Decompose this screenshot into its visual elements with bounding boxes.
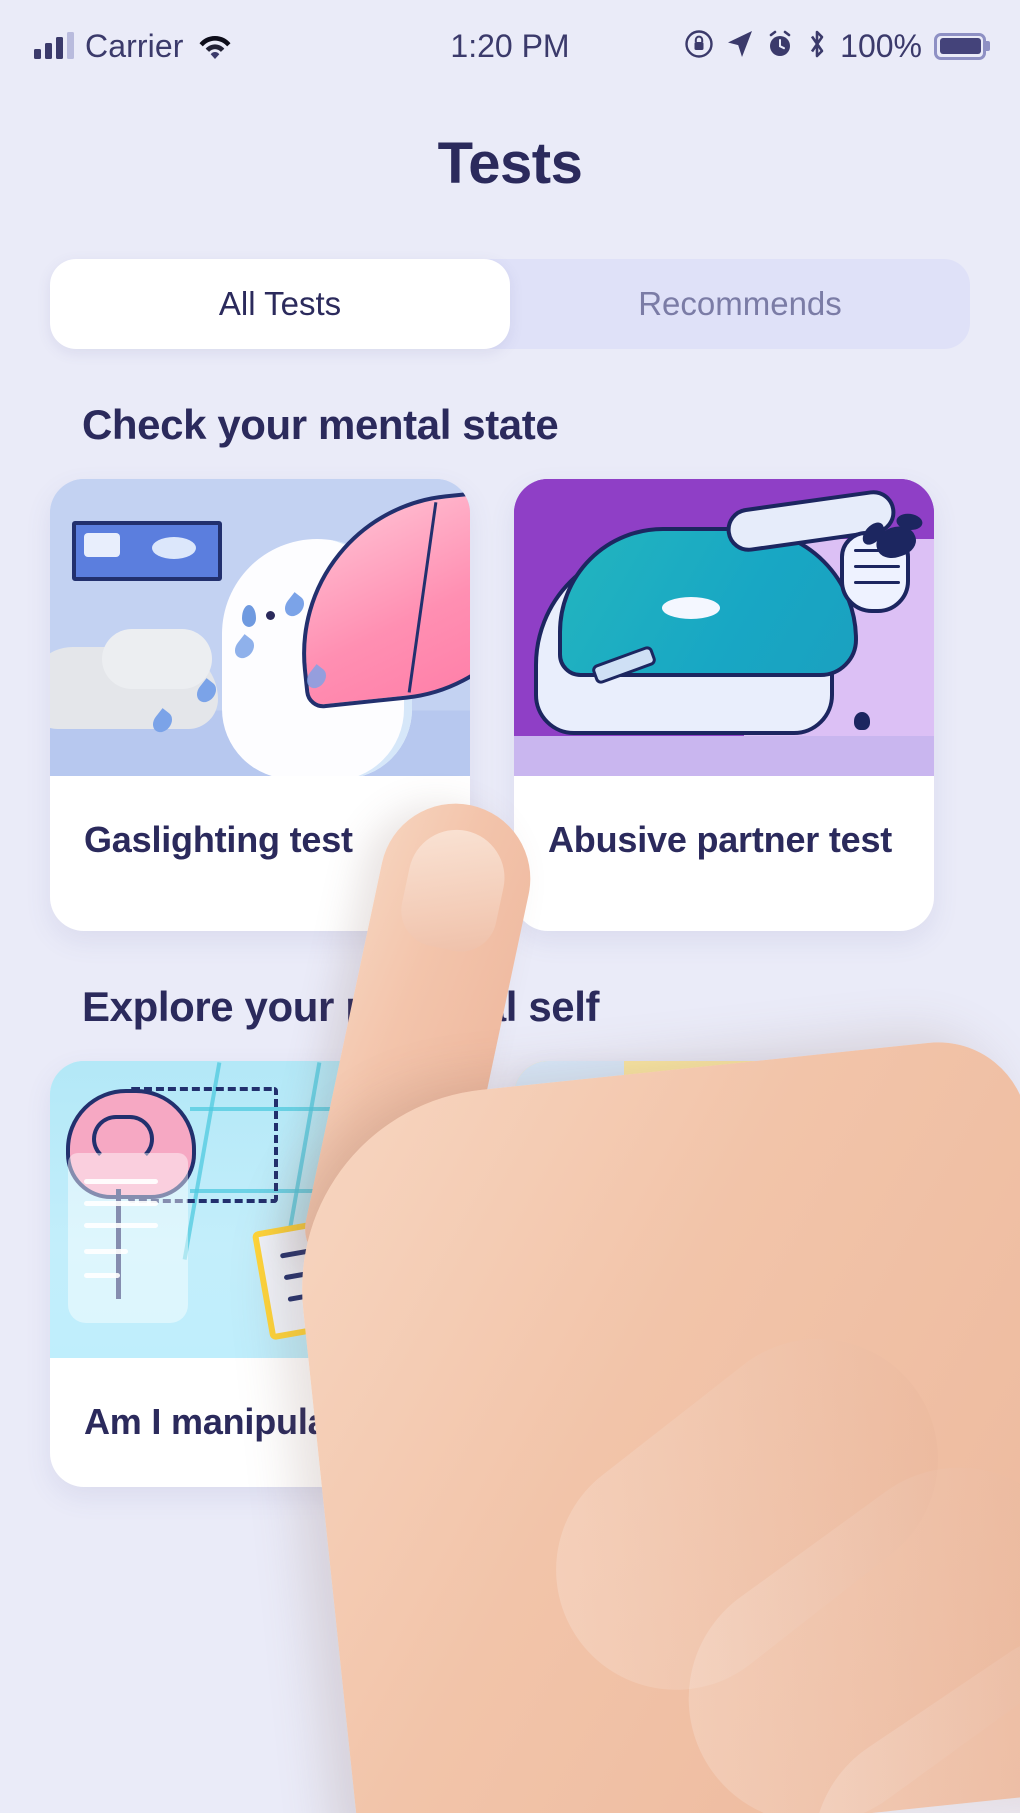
page-title: Tests xyxy=(437,131,583,196)
tab-all-tests[interactable]: All Tests xyxy=(50,259,510,349)
alarm-clock-icon xyxy=(766,29,794,64)
section-title-mental-state: Check your mental state xyxy=(82,401,559,448)
test-card-partial-label xyxy=(514,1358,934,1436)
cat-icon xyxy=(782,1111,868,1204)
battery-icon xyxy=(934,32,986,60)
card-row-mental-state: Gaslighting test Abusive partner test xyxy=(0,479,1020,932)
test-card-abusive-partner-label: Abusive partner test xyxy=(548,819,893,860)
test-card-partial[interactable] xyxy=(514,1061,934,1488)
test-card-gaslighting[interactable]: Gaslighting test xyxy=(50,479,470,932)
tab-bar: All Tests Recommends xyxy=(50,259,970,349)
tab-all-tests-label: All Tests xyxy=(218,285,342,322)
test-card-manipulative-label: Am I manipulative? xyxy=(84,1401,411,1443)
status-bar: Carrier 1:20 PM 100% xyxy=(0,0,1020,92)
mug-icon xyxy=(342,1135,418,1188)
manipulative-illustration-icon xyxy=(50,1061,470,1359)
bluetooth-icon xyxy=(806,28,828,65)
section-personal-self: Explore your personal self Am I manipula… xyxy=(0,983,1020,1488)
tab-recommends[interactable]: Recommends xyxy=(510,259,970,349)
rotation-lock-icon xyxy=(684,29,714,64)
abusive-partner-illustration-icon xyxy=(514,479,934,776)
test-card-gaslighting-label: Gaslighting test xyxy=(84,819,353,860)
test-card-manipulative[interactable]: Am I manipulative? xyxy=(50,1061,470,1488)
status-bar-left: Carrier xyxy=(34,28,232,65)
gaslighting-illustration-icon xyxy=(50,479,470,776)
section-mental-state: Check your mental state Gaslighting test xyxy=(0,401,1020,932)
card-row-personal-self: Am I manipulative? xyxy=(0,1061,1020,1488)
battery-percent-label: 100% xyxy=(840,27,922,64)
room-illustration-icon xyxy=(514,1061,934,1359)
wifi-icon xyxy=(198,33,232,59)
carrier-label: Carrier xyxy=(85,27,184,64)
test-card-abusive-partner[interactable]: Abusive partner test xyxy=(514,479,934,932)
status-bar-right: 100% xyxy=(684,28,986,65)
tab-recommends-label: Recommends xyxy=(638,285,842,322)
signal-bars-icon xyxy=(34,32,74,59)
section-title-personal-self: Explore your personal self xyxy=(82,983,600,1031)
location-arrow-icon xyxy=(726,29,754,64)
